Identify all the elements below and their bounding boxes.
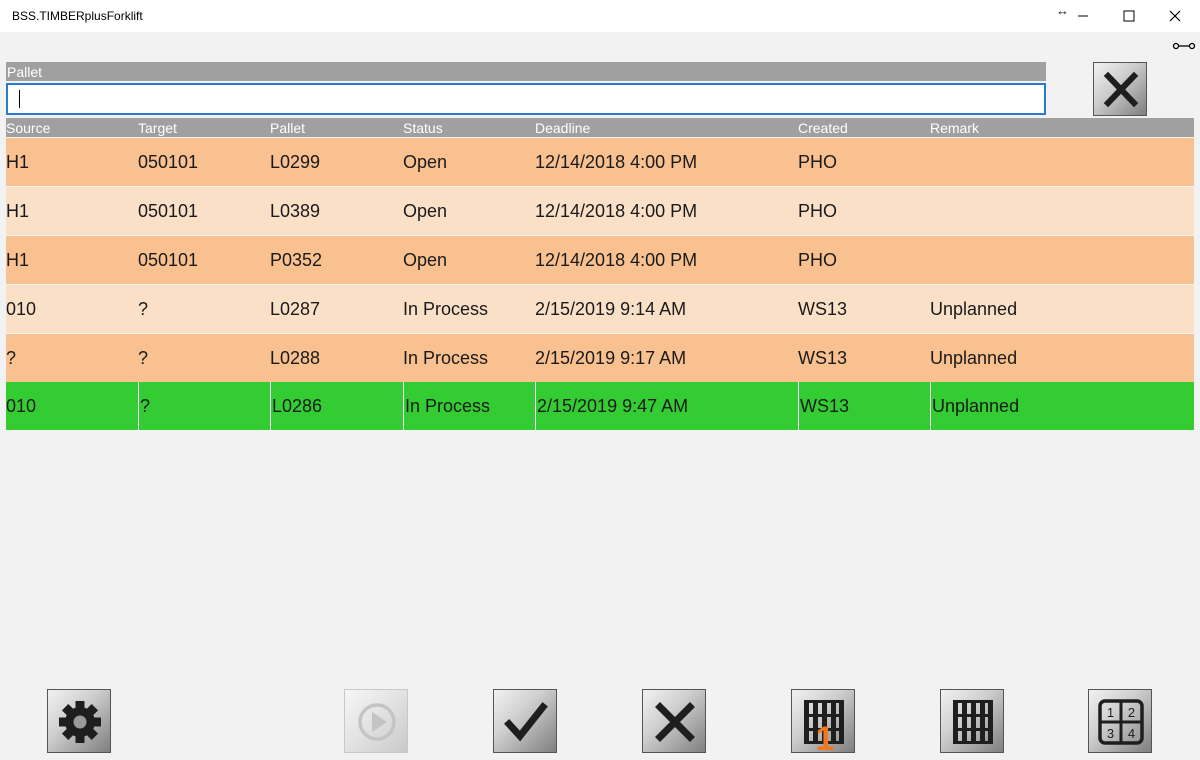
cell-status: In Process <box>403 299 489 319</box>
maximize-icon <box>1123 10 1135 22</box>
cell-created: PHO <box>798 201 838 221</box>
cell-pallet: L0287 <box>270 299 321 319</box>
cell-created: WS13 <box>798 348 848 368</box>
cell-created: PHO <box>798 250 838 270</box>
cell-remark <box>930 187 1194 235</box>
cell-created: PHO <box>798 152 838 172</box>
cell-status: Open <box>403 201 448 221</box>
column-header-target[interactable]: Target <box>138 118 271 138</box>
cell-pallet: L0288 <box>270 348 321 368</box>
svg-text:1: 1 <box>1107 705 1114 720</box>
minimize-icon <box>1078 15 1088 17</box>
svg-text:4: 4 <box>1128 726 1135 741</box>
cell-deadline: 12/14/2018 4:00 PM <box>535 201 698 221</box>
cell-pallet: L0299 <box>270 152 321 172</box>
maximize-button[interactable] <box>1106 0 1152 32</box>
x-icon <box>1103 71 1139 108</box>
table-row-selected[interactable]: 010 ? L0286 In Process 2/15/2019 9:47 AM… <box>6 382 1194 430</box>
cell-status: Open <box>403 250 448 270</box>
table-row[interactable]: H1 050101 L0299 Open 12/14/2018 4:00 PM … <box>6 138 1194 186</box>
table-row[interactable]: 010 ? L0287 In Process 2/15/2019 9:14 AM… <box>6 285 1194 333</box>
svg-text:3: 3 <box>1107 726 1114 741</box>
svg-text:2: 2 <box>1128 705 1135 720</box>
cell-target: ? <box>138 299 149 319</box>
pallet-one-icon: 1 <box>804 700 844 754</box>
cell-target: ? <box>138 348 149 368</box>
cell-target: 050101 <box>138 201 199 221</box>
column-header-created[interactable]: Created <box>798 118 930 138</box>
column-header-pallet[interactable]: Pallet <box>270 118 403 138</box>
cell-remark <box>930 138 1194 186</box>
table-row[interactable]: H1 050101 P0352 Open 12/14/2018 4:00 PM … <box>6 236 1194 284</box>
table-row[interactable]: ? ? L0288 In Process 2/15/2019 9:17 AM W… <box>6 334 1194 382</box>
cell-deadline: 12/14/2018 4:00 PM <box>535 250 698 270</box>
cell-deadline: 2/15/2019 9:14 AM <box>535 299 687 319</box>
window-title: BSS.TIMBERplusForklift <box>12 9 143 23</box>
clear-search-button[interactable] <box>1093 62 1147 116</box>
start-button[interactable] <box>344 689 408 753</box>
cell-status: Open <box>403 152 448 172</box>
cell-target: 050101 <box>138 152 199 172</box>
cell-target: 050101 <box>138 250 199 270</box>
cell-remark: Unplanned <box>930 299 1018 319</box>
column-header-deadline[interactable]: Deadline <box>535 118 798 138</box>
single-pallet-button[interactable]: 1 <box>791 689 855 754</box>
pallet-label: Pallet <box>6 62 1046 81</box>
cell-source: 010 <box>6 299 37 319</box>
pallet-icon <box>953 700 993 744</box>
cell-status: In Process <box>403 382 536 430</box>
cell-remark <box>930 236 1194 284</box>
grid-1234-icon: 1 2 3 4 <box>1098 699 1144 745</box>
cell-created: WS13 <box>798 382 930 430</box>
cell-target: ? <box>138 382 271 430</box>
pallet-input[interactable] <box>6 83 1046 115</box>
cell-source: ? <box>6 348 17 368</box>
close-icon <box>1169 10 1181 22</box>
settings-button[interactable] <box>47 689 111 753</box>
text-caret <box>19 90 20 108</box>
minimize-button[interactable] <box>1060 0 1106 32</box>
key-icon[interactable] <box>1172 40 1196 52</box>
confirm-button[interactable] <box>493 689 557 753</box>
title-bar: BSS.TIMBERplusForklift ↔ <box>0 0 1200 32</box>
pallet-badge: 1 <box>816 720 835 754</box>
grid-header: Source Target Pallet Status Deadline Cre… <box>6 118 1194 137</box>
cell-source: H1 <box>6 152 30 172</box>
cell-source: H1 <box>6 201 30 221</box>
cell-source: 010 <box>6 396 37 416</box>
table-row[interactable]: H1 050101 L0389 Open 12/14/2018 4:00 PM … <box>6 187 1194 235</box>
cell-deadline: 2/15/2019 9:47 AM <box>535 382 798 430</box>
grid-view-button[interactable]: 1 2 3 4 <box>1088 689 1152 753</box>
column-header-source[interactable]: Source <box>6 118 138 138</box>
cell-pallet: P0352 <box>270 250 323 270</box>
x-icon <box>655 702 695 742</box>
cancel-button[interactable] <box>642 689 706 753</box>
cell-pallet: L0389 <box>270 201 321 221</box>
cell-source: H1 <box>6 250 30 270</box>
cell-deadline: 2/15/2019 9:17 AM <box>535 348 687 368</box>
play-icon <box>358 703 396 741</box>
cell-remark: Unplanned <box>930 382 1194 430</box>
cell-deadline: 12/14/2018 4:00 PM <box>535 152 698 172</box>
cell-pallet: L0286 <box>270 382 403 430</box>
pallet-button[interactable] <box>940 689 1004 753</box>
cell-created: WS13 <box>798 299 848 319</box>
close-button[interactable] <box>1152 0 1198 32</box>
gear-icon <box>59 701 101 743</box>
column-header-remark[interactable]: Remark <box>930 118 1194 138</box>
cell-status: In Process <box>403 348 489 368</box>
cell-remark: Unplanned <box>930 348 1018 368</box>
column-header-status[interactable]: Status <box>403 118 536 138</box>
checkmark-icon <box>504 702 548 742</box>
